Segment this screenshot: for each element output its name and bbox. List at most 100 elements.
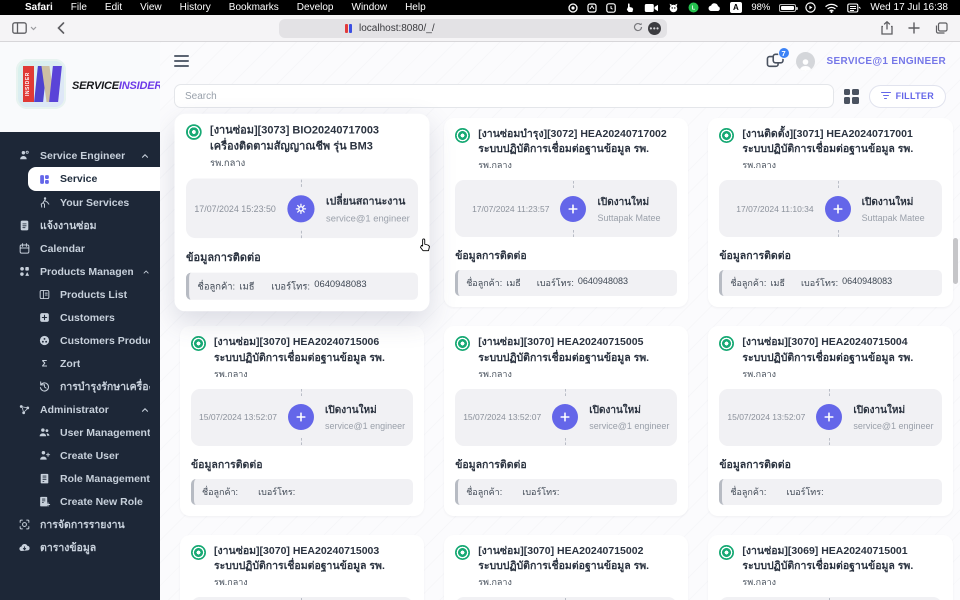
sidebar-item-create-user[interactable]: Create User xyxy=(0,444,160,467)
job-timestamp: 15/07/2024 13:52:07 xyxy=(727,412,806,423)
sidebar-item-label: Your Services xyxy=(60,196,130,209)
sidebar-item-administrator[interactable]: Administrator xyxy=(0,398,160,421)
scrollbar-thumb[interactable] xyxy=(953,238,958,284)
sidebar-item-icon xyxy=(38,196,51,209)
hand-app-icon[interactable] xyxy=(625,2,635,13)
address-bar[interactable]: localhost:8080/_/ ••• xyxy=(279,18,667,38)
screen-record-icon[interactable] xyxy=(567,2,578,13)
customer-label: ชื่อลูกค้า: xyxy=(730,486,767,497)
sidebar-item-label: Zort xyxy=(60,357,81,370)
wifi-icon[interactable] xyxy=(825,2,838,13)
sidebar-item-label: Role Management xyxy=(60,472,150,485)
job-timestamp: 15/07/2024 13:52:07 xyxy=(463,412,542,423)
sidebar-item-role-management[interactable]: Role Management xyxy=(0,467,160,490)
job-timestamp: 17/07/2024 15:23:50 xyxy=(194,203,276,214)
job-card[interactable]: [งานซ่อมบำรุง][3072] HEA20240717002 ระบบ… xyxy=(444,118,689,308)
menu-edit[interactable]: Edit xyxy=(96,2,131,13)
logged-in-user[interactable]: SERVICE@1 ENGINEER xyxy=(827,56,946,67)
menu-file[interactable]: File xyxy=(62,2,96,13)
clock-app-icon[interactable] xyxy=(605,2,616,13)
job-card[interactable]: [งานซ่อม][3070] HEA20240715006 ระบบปฏิบั… xyxy=(180,326,425,516)
avatar[interactable] xyxy=(795,51,815,71)
menu-help[interactable]: Help xyxy=(396,2,435,13)
sidebar-item-service[interactable]: Service xyxy=(28,167,160,191)
new-tab-icon[interactable] xyxy=(908,22,920,34)
brand-logo[interactable]: INSIDER SERVICEINSIDER xyxy=(0,42,163,132)
page-settings-icon[interactable]: ••• xyxy=(648,21,661,35)
sidebar-item-label: Administrator xyxy=(40,403,109,416)
action-circle-icon xyxy=(552,404,579,431)
share-icon[interactable] xyxy=(881,21,893,35)
menu-history[interactable]: History xyxy=(171,2,220,13)
back-button[interactable] xyxy=(57,22,65,34)
sidebar-item-icon xyxy=(18,518,31,531)
menu-safari[interactable]: Safari xyxy=(16,2,62,13)
sidebar-item-customers[interactable]: Customers xyxy=(0,306,160,329)
filter-button[interactable]: FILLTER xyxy=(868,84,946,108)
job-card[interactable]: [งานติดตั้ง][3071] HEA20240717001 ระบบปฏ… xyxy=(708,118,953,308)
sidebar-item-create-new-role[interactable]: Create New Role xyxy=(0,490,160,513)
play-status-icon[interactable] xyxy=(805,2,817,13)
sidebar-item-icon xyxy=(38,449,51,462)
sidebar-item-your-services[interactable]: Your Services xyxy=(0,191,160,214)
cloud-status-icon[interactable] xyxy=(708,2,721,13)
menubar-clock[interactable]: Wed 17 Jul 16:38 xyxy=(870,2,948,13)
job-title: [งานซ่อม][3070] HEA20240715004 xyxy=(742,336,908,349)
sidebar-item-label: การจัดการรายงาน xyxy=(40,519,125,531)
sidebar-item-icon xyxy=(38,426,51,439)
sidebar-item-products-list[interactable]: Products List xyxy=(0,283,160,306)
sidebar-item-icon xyxy=(18,403,31,416)
sidebar-item-zort[interactable]: Zort xyxy=(0,352,160,375)
sidebar-item-data-table[interactable]: ตารางข้อมูล xyxy=(0,536,160,559)
hamburger-menu-icon[interactable] xyxy=(174,55,189,67)
sidebar-item-calendar[interactable]: Calendar xyxy=(0,237,160,260)
sidebar-item-label: การบำรุงรักษาเครื่อง xyxy=(60,381,150,393)
sidebar-item-user-management[interactable]: User Management xyxy=(0,421,160,444)
job-card[interactable]: [งานซ่อม][3070] HEA20240715002 ระบบปฏิบั… xyxy=(444,534,689,600)
cat-app-icon[interactable] xyxy=(668,2,679,13)
sidebar-item-repair-request[interactable]: แจ้งงานซ่อม xyxy=(0,214,160,237)
menu-develop[interactable]: Develop xyxy=(288,2,343,13)
battery-icon[interactable] xyxy=(779,3,799,12)
action-circle-icon xyxy=(560,195,587,222)
notifications-button[interactable]: 7 xyxy=(766,47,790,69)
job-card[interactable]: [งานซ่อม][3070] HEA20240715003 ระบบปฏิบั… xyxy=(180,534,425,600)
job-card-header: [งานซ่อม][3073] BIO20240717003 เครื่องติ… xyxy=(186,123,418,170)
url-text: localhost:8080/_/ xyxy=(359,22,435,34)
menu-view[interactable]: View xyxy=(131,2,171,13)
sidebar-item-customers-products[interactable]: Customers Products xyxy=(0,329,160,352)
sidebar-item-report-management[interactable]: การจัดการรายงาน xyxy=(0,513,160,536)
sidebar-toggle-icon[interactable] xyxy=(12,22,37,34)
chevron-up-icon xyxy=(143,269,149,273)
job-status-text: เปิดงานใหม่ xyxy=(589,405,641,417)
timeline-node xyxy=(287,179,315,238)
menu-window[interactable]: Window xyxy=(343,2,397,13)
sidebar-item-icon xyxy=(38,495,51,508)
job-card[interactable]: [งานซ่อม][3069] HEA20240715001 ระบบปฏิบั… xyxy=(708,534,953,600)
sidebar: INSIDER SERVICEINSIDER Service Engineer … xyxy=(0,42,163,600)
reload-icon[interactable] xyxy=(633,22,643,35)
phone-number: 0640948083 xyxy=(842,276,893,287)
menu-bookmarks[interactable]: Bookmarks xyxy=(220,2,288,13)
line-app-icon[interactable]: L xyxy=(688,2,699,13)
job-card[interactable]: [งานซ่อม][3073] BIO20240717003 เครื่องติ… xyxy=(174,113,430,312)
video-app-icon[interactable] xyxy=(644,2,659,13)
job-status-dot-icon xyxy=(455,336,471,352)
job-status-text: เปลี่ยนสถานะงาน xyxy=(326,196,406,208)
job-card[interactable]: [งานซ่อม][3070] HEA20240715004 ระบบปฏิบั… xyxy=(708,326,953,516)
keyboard-settings-icon[interactable] xyxy=(847,2,862,13)
job-actor: Suttapak Matee xyxy=(861,212,925,223)
brand-name: SERVICEINSIDER xyxy=(72,80,163,92)
job-description: ระบบปฏิบัติการเชื่อมต่อฐานข้อมูล รพ. xyxy=(214,351,385,364)
shortcuts-icon[interactable] xyxy=(586,2,597,13)
input-source-icon[interactable]: A xyxy=(729,2,743,13)
sidebar-item-machine-maintenance[interactable]: การบำรุงรักษาเครื่อง xyxy=(0,375,160,398)
sidebar-item-service-engineer[interactable]: Service Engineer xyxy=(0,144,160,167)
job-card[interactable]: [งานซ่อม][3070] HEA20240715005 ระบบปฏิบั… xyxy=(444,326,689,516)
job-description: ระบบปฏิบัติการเชื่อมต่อฐานข้อมูล รพ. xyxy=(478,351,650,364)
search-input[interactable] xyxy=(174,84,834,108)
tab-overview-icon[interactable] xyxy=(935,22,948,34)
screen: Safari File Edit View History Bookmarks Develo… xyxy=(0,0,960,600)
grid-view-toggle-icon[interactable] xyxy=(843,88,859,104)
sidebar-item-products-management[interactable]: Products Management xyxy=(0,260,160,283)
